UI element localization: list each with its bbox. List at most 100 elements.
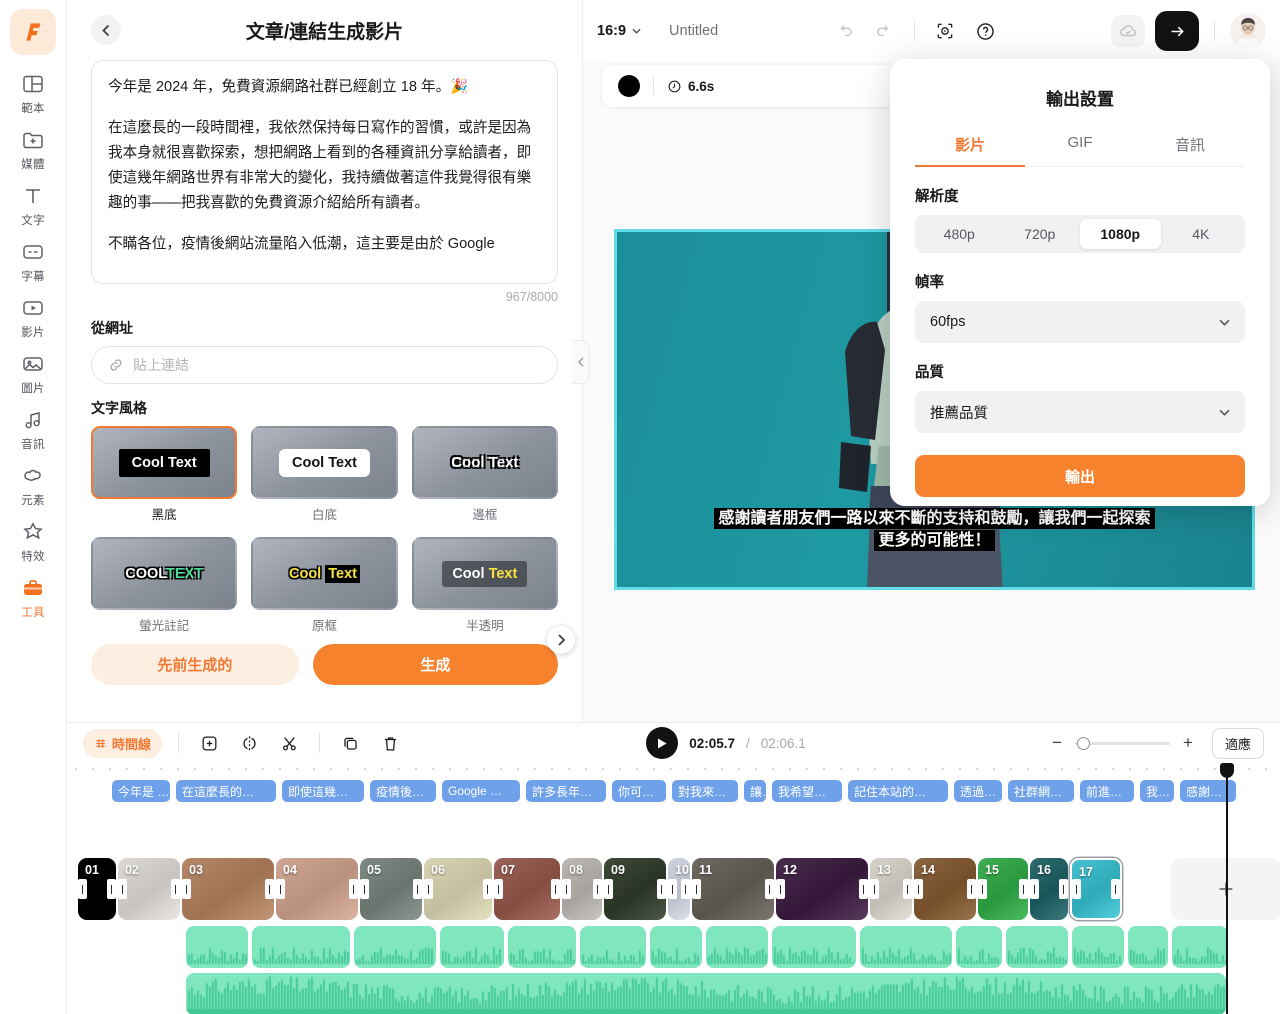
clip-trim-handle[interactable] — [349, 879, 358, 899]
voiceover-track[interactable] — [186, 926, 1228, 968]
subtitle-chip[interactable]: 記住本站的… — [848, 780, 948, 802]
timeline-clip[interactable]: 01 — [78, 858, 116, 920]
timeline-clip[interactable]: 10 — [668, 858, 690, 920]
sidebar-item-subtitle[interactable]: 字幕 — [7, 239, 59, 284]
clip-trim-handle[interactable] — [681, 879, 690, 899]
subtitle-chip[interactable]: 讓… — [744, 780, 766, 802]
voiceover-segment[interactable] — [650, 926, 702, 968]
duplicate-tool[interactable] — [336, 729, 364, 757]
clip-trim-handle[interactable] — [668, 879, 677, 899]
zoom-slider[interactable] — [1074, 736, 1170, 750]
style-option-yellow-box[interactable]: Cool Text 原框 — [251, 537, 398, 634]
help-button[interactable] — [970, 16, 1000, 46]
playhead[interactable] — [1220, 763, 1234, 1014]
sidebar-item-effects[interactable]: 特效 — [7, 519, 59, 564]
user-avatar[interactable] — [1230, 13, 1267, 49]
voiceover-segment[interactable] — [440, 926, 504, 968]
clip-trim-handle[interactable] — [171, 879, 180, 899]
voiceover-segment[interactable] — [580, 926, 646, 968]
subtitle-chip[interactable]: 今年是 … — [112, 780, 170, 802]
sidebar-item-text[interactable]: 文字 — [7, 183, 59, 228]
clip-duration[interactable]: 6.6s — [667, 79, 714, 94]
style-option-black-bg[interactable]: Cool Text 黑底 — [91, 426, 238, 523]
sidebar-item-media[interactable]: 媒體 — [7, 127, 59, 172]
sidebar-item-template[interactable]: 範本 — [7, 71, 59, 116]
timeline-clip[interactable]: 16 — [1030, 858, 1068, 920]
timeline-clip[interactable]: 07 — [494, 858, 560, 920]
add-clip-tool[interactable] — [195, 729, 223, 757]
resolution-option-1080p[interactable]: 1080p — [1080, 219, 1161, 249]
carousel-next-button[interactable] — [547, 626, 575, 654]
clip-trim-handle[interactable] — [276, 879, 285, 899]
timeline-clip[interactable]: 11 — [692, 858, 774, 920]
quality-select[interactable]: 推薦品質 — [915, 391, 1245, 433]
clip-trim-handle[interactable] — [967, 879, 976, 899]
panel-collapse-handle[interactable] — [572, 340, 590, 384]
subtitle-chip[interactable]: 社群網… — [1008, 780, 1074, 802]
export-next-button[interactable] — [1155, 11, 1200, 51]
clip-trim-handle[interactable] — [413, 879, 422, 899]
clip-trim-handle[interactable] — [265, 879, 274, 899]
subtitle-chip[interactable]: 許多長年… — [526, 780, 606, 802]
clip-trim-handle[interactable] — [1019, 879, 1028, 899]
clip-trim-handle[interactable] — [118, 879, 127, 899]
preview-button[interactable] — [930, 16, 960, 46]
tab-video[interactable]: 影片 — [915, 126, 1025, 167]
clip-trim-handle[interactable] — [1059, 879, 1068, 899]
clip-trim-handle[interactable] — [870, 879, 879, 899]
undo-button[interactable] — [829, 16, 859, 46]
resolution-option-720p[interactable]: 720p — [1000, 219, 1081, 249]
timeline-clip[interactable]: 09 — [604, 858, 666, 920]
timeline-ruler[interactable] — [67, 763, 1280, 777]
subtitle-chip[interactable]: 你可… — [612, 780, 666, 802]
split-tool[interactable] — [235, 729, 263, 757]
cloud-save-button[interactable] — [1111, 15, 1146, 47]
sidebar-item-audio[interactable]: 音訊 — [7, 407, 59, 452]
voiceover-segment[interactable] — [1172, 926, 1228, 968]
style-option-outline[interactable]: Cool Text 邊框 — [411, 426, 558, 523]
timeline-clip[interactable]: 13 — [870, 858, 912, 920]
framerate-select[interactable]: 60fps — [915, 301, 1245, 343]
clip-trim-handle[interactable] — [483, 879, 492, 899]
clip-trim-handle[interactable] — [551, 879, 560, 899]
clip-trim-handle[interactable] — [494, 879, 503, 899]
timeline-clip[interactable]: 12 — [776, 858, 868, 920]
sidebar-item-image[interactable]: 圖片 — [7, 351, 59, 396]
subtitle-track[interactable]: 今年是 … 在這麼長的… 即使這幾… 疫情後… Google … 許多長年… 你可… 對我來…… — [112, 779, 1236, 803]
clip-trim-handle[interactable] — [1072, 879, 1081, 899]
aspect-ratio-selector[interactable]: 16:9 — [597, 23, 641, 39]
subtitle-chip[interactable]: 即使這幾… — [282, 780, 364, 802]
play-button[interactable] — [646, 727, 679, 759]
clip-trim-handle[interactable] — [360, 879, 369, 899]
tab-gif[interactable]: GIF — [1025, 126, 1135, 166]
clip-trim-handle[interactable] — [107, 879, 116, 899]
voiceover-segment[interactable] — [1072, 926, 1124, 968]
zoom-out-button[interactable]: − — [1048, 733, 1066, 753]
subtitle-chip[interactable]: 在這麼長的… — [176, 780, 276, 802]
voiceover-segment[interactable] — [860, 926, 952, 968]
timeline-clip[interactable]: 15 — [978, 858, 1028, 920]
subtitle-chip[interactable]: 透過… — [954, 780, 1002, 802]
sidebar-item-video[interactable]: 影片 — [7, 295, 59, 340]
document-title[interactable]: Untitled — [669, 23, 718, 39]
clip-trim-handle[interactable] — [78, 879, 87, 899]
subtitle-chip[interactable]: 我… — [1140, 780, 1174, 802]
subtitle-chip[interactable]: 對我來… — [672, 780, 738, 802]
subtitle-chip[interactable]: 前進… — [1080, 780, 1134, 802]
generate-button[interactable]: 生成 — [312, 644, 558, 685]
clip-trim-handle[interactable] — [903, 879, 912, 899]
timeline-tab[interactable]: 時間線 — [83, 728, 163, 758]
clip-trim-handle[interactable] — [604, 879, 613, 899]
clip-trim-handle[interactable] — [1030, 879, 1039, 899]
timeline-clip[interactable]: 06 — [424, 858, 492, 920]
app-logo-icon[interactable] — [10, 9, 56, 55]
voiceover-segment[interactable] — [1128, 926, 1168, 968]
voiceover-segment[interactable] — [772, 926, 856, 968]
resolution-option-4k[interactable]: 4K — [1161, 219, 1242, 249]
fit-to-screen-button[interactable]: 適應 — [1211, 727, 1264, 759]
zoom-in-button[interactable]: + — [1179, 733, 1197, 753]
clip-trim-handle[interactable] — [765, 879, 774, 899]
voiceover-segment[interactable] — [508, 926, 576, 968]
clip-trim-handle[interactable] — [1111, 879, 1120, 899]
style-option-semi-transparent[interactable]: Cool Text 半透明 — [411, 537, 558, 634]
